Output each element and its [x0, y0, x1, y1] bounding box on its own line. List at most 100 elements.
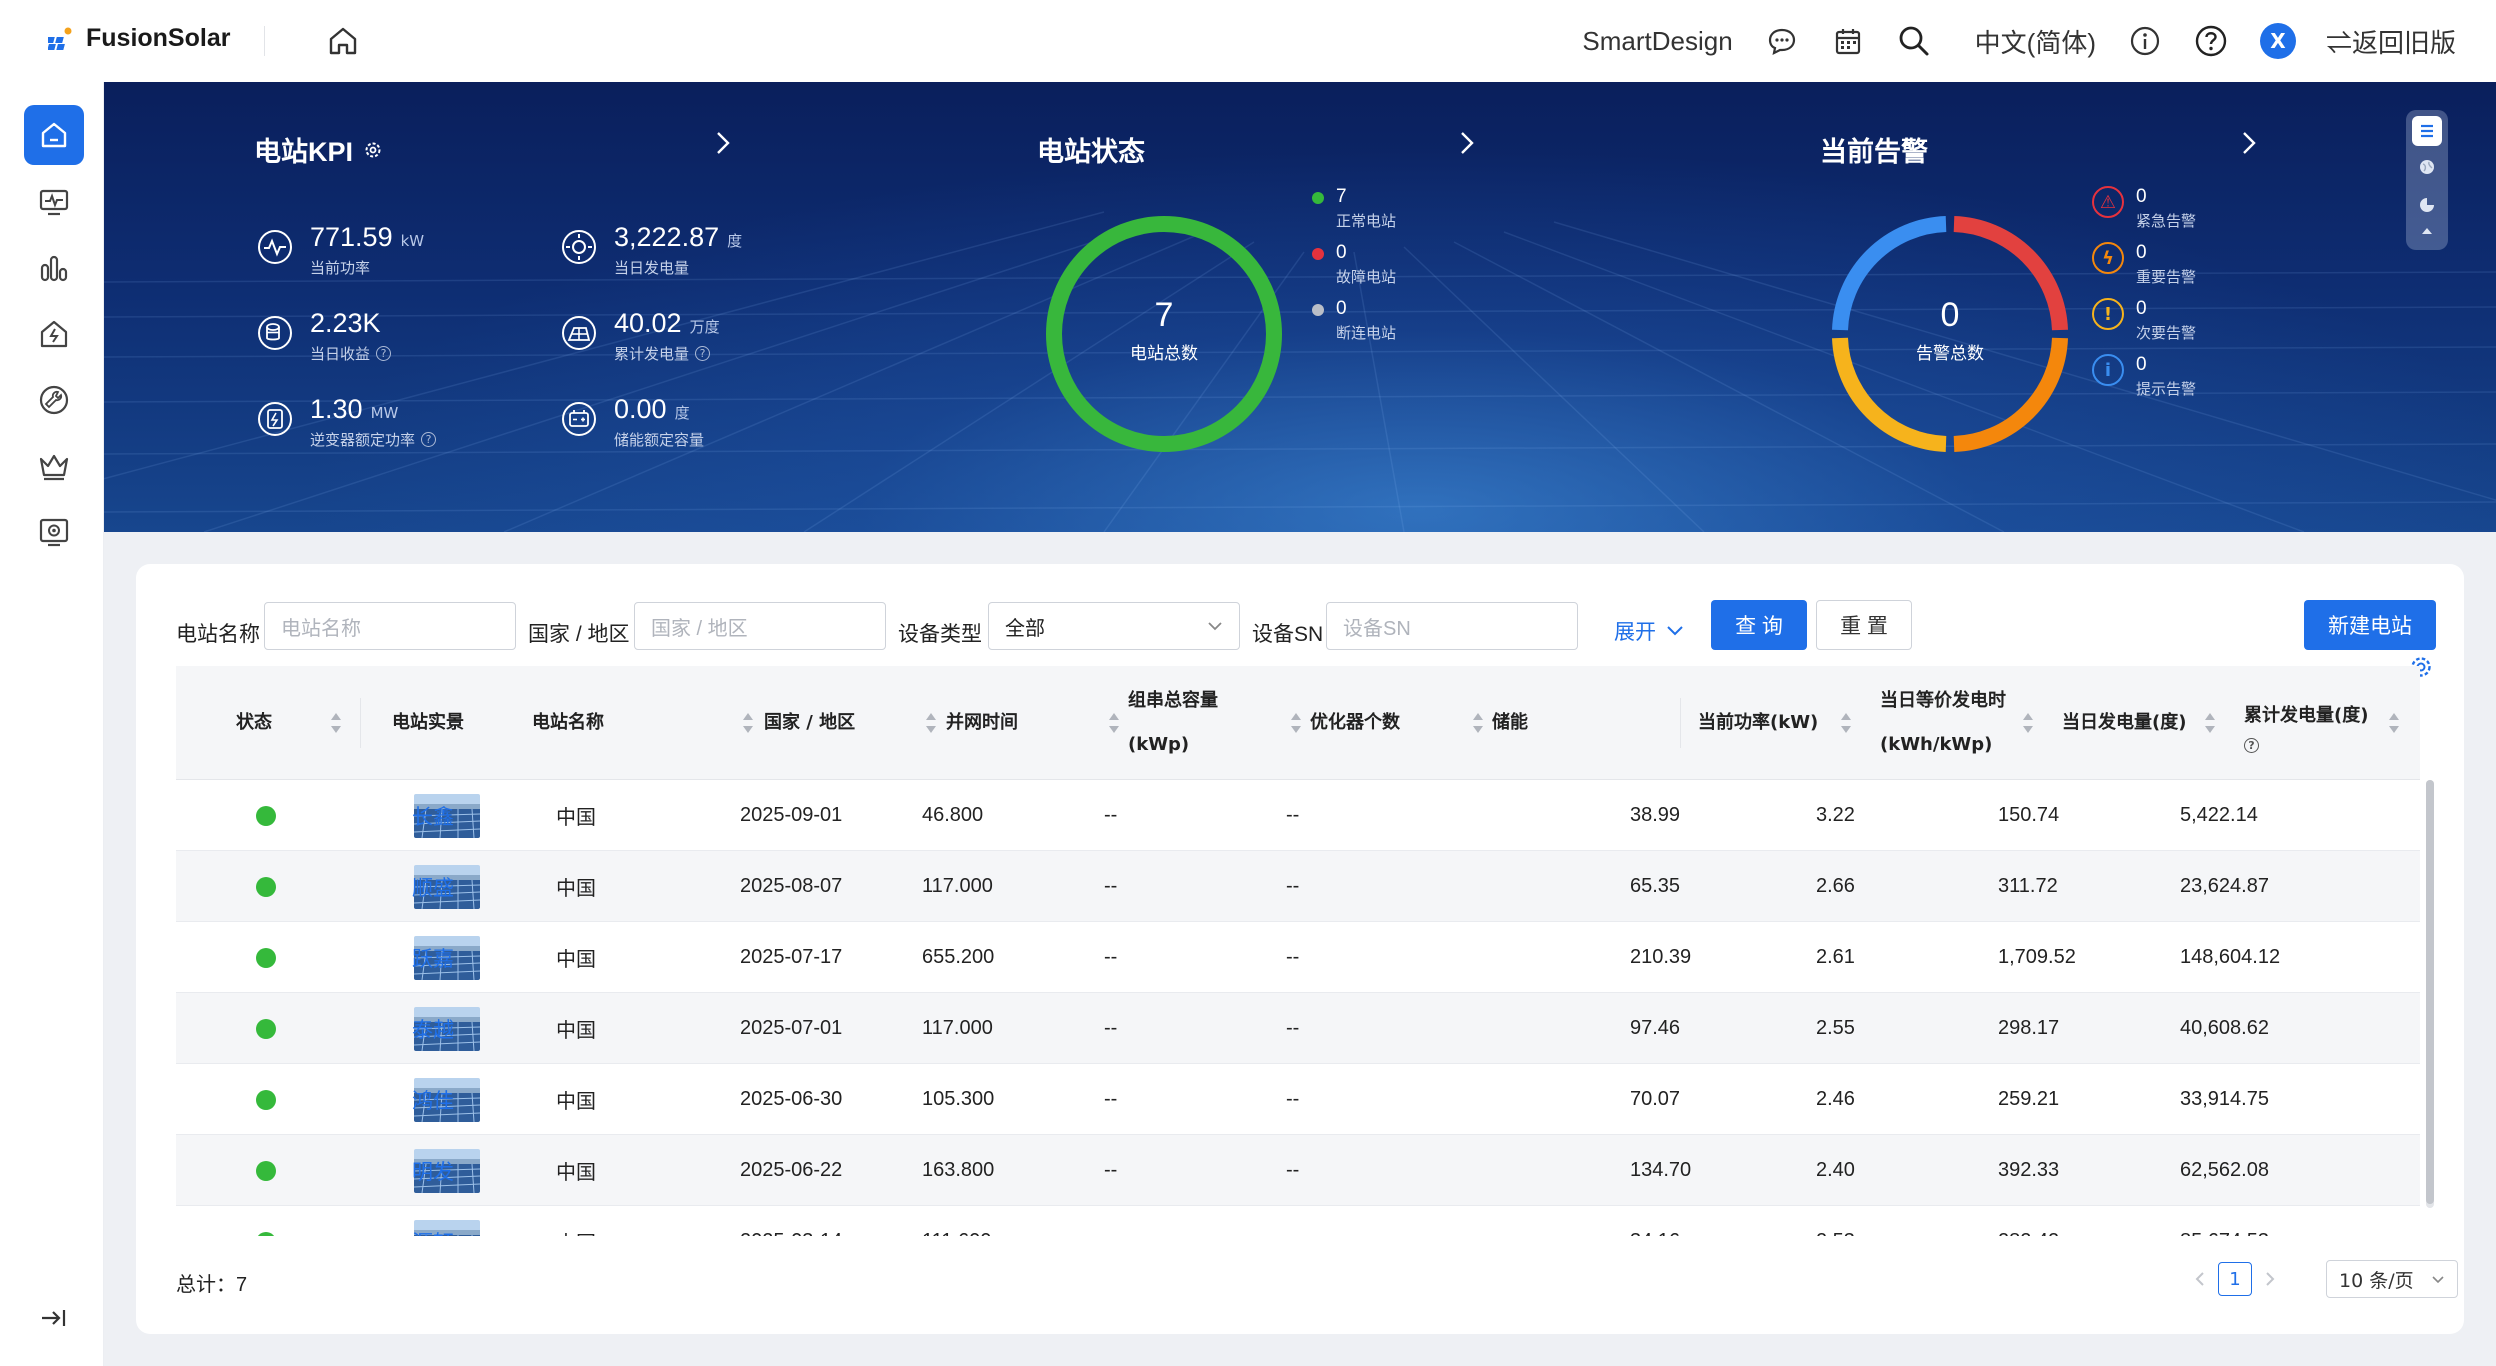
chat-icon[interactable] [1765, 24, 1799, 58]
col-equivalent-hours[interactable]: 当日等价发电时 (kWh/kWp) [1868, 666, 2038, 780]
station-name-link[interactable]: 源轩 [412, 1227, 454, 1237]
reset-button[interactable]: 重 置 [1816, 600, 1912, 650]
info-icon[interactable] [2128, 24, 2162, 58]
sidebar-item-monitoring[interactable] [34, 182, 74, 222]
legend-critical[interactable]: ⚠ 0 紧急告警 [2092, 186, 2196, 242]
sort-icon[interactable] [1840, 710, 1852, 736]
power-cell: 97.46 [1630, 1017, 1681, 1039]
device-type-select[interactable]: 全部 [988, 602, 1240, 650]
device-sn-input[interactable]: 设备SN [1326, 602, 1578, 650]
region-cell-wrap: 中国 [556, 851, 596, 922]
kpi-value: 0.00 [614, 394, 667, 424]
sidebar-item-value-added[interactable] [34, 446, 74, 486]
status-chevron-right-icon[interactable] [1456, 128, 1478, 158]
legend-label: 故障电站 [1336, 268, 1397, 286]
user-avatar[interactable]: X [2259, 23, 2296, 59]
sidebar-item-home[interactable] [24, 105, 84, 165]
col-string-capacity-line2: (kWp) [1128, 734, 1190, 755]
smartdesign-link[interactable]: SmartDesign [1582, 26, 1732, 57]
storage-cell-wrap: -- [1286, 780, 1299, 851]
legend-major[interactable]: ϟ 0 重要告警 [2092, 242, 2196, 298]
station-name-link[interactable]: 顺盛 [412, 872, 454, 902]
legend-disconnected[interactable]: 0 断连电站 [1312, 298, 1396, 354]
kpi-unit: MW [370, 404, 399, 422]
kpi-label: 累计发电量 [614, 345, 690, 363]
chevron-up-icon[interactable] [2412, 220, 2442, 242]
table-row[interactable]: 源轩 中国 2025-03-14 111.600 -- -- 34.16 2.53 282.42… [176, 1206, 2420, 1236]
legend-warning[interactable]: i 0 提示告警 [2092, 354, 2196, 410]
table-row[interactable]: 长鑫 中国 2025-09-01 46.800 -- -- 38.99 3.22 150.74 5… [176, 780, 2420, 851]
language-select[interactable]: 中文(简体) [1975, 23, 2096, 60]
storage-cell: -- [1286, 1159, 1300, 1181]
grid-date-cell: 2025-07-01 [740, 1017, 843, 1039]
calendar-icon[interactable] [1831, 24, 1865, 58]
device-type-value: 全部 [1005, 617, 1045, 640]
expand-filters-button[interactable]: 展开 [1614, 616, 1684, 646]
inverter-icon [258, 402, 292, 436]
list-view-icon[interactable] [2412, 116, 2442, 146]
col-optimizers[interactable]: 优化器个数 [1298, 666, 1458, 780]
sidebar-item-reports[interactable] [34, 248, 74, 288]
legend-fault[interactable]: 0 故障电站 [1312, 242, 1396, 298]
table-row[interactable]: 泰越 中国 2025-07-01 117.000 -- -- 97.46 2.55 298.17… [176, 993, 2420, 1064]
search-icon[interactable] [1897, 24, 1931, 58]
status-title: 电站状态 [1037, 130, 1145, 169]
station-name-link[interactable]: 跃嘉 [412, 943, 454, 973]
region-input[interactable]: 国家 / 地区 [634, 602, 886, 650]
kpi-value: 2.23K [310, 308, 381, 338]
collapse-sidebar-icon[interactable] [34, 1298, 74, 1338]
sort-icon[interactable] [2204, 710, 2216, 736]
col-region[interactable]: 国家 / 地区 [752, 666, 912, 780]
home-icon[interactable] [324, 22, 362, 60]
station-name-link[interactable]: 明发 [412, 1156, 454, 1186]
legend-minor[interactable]: ! 0 次要告警 [2092, 298, 2196, 354]
col-daily-energy[interactable]: 当日发电量(度) [2050, 666, 2210, 780]
col-status[interactable]: 状态 [224, 666, 344, 780]
table-scrollbar[interactable] [2426, 780, 2434, 1208]
table-row[interactable]: 顺盛 中国 2025-08-07 117.000 -- -- 65.35 2.66 311.72… [176, 851, 2420, 922]
page-1-button[interactable]: 1 [2218, 1262, 2252, 1296]
station-name-link[interactable]: 鸿佳 [412, 1085, 454, 1115]
fusionsolar-logo[interactable]: FusionSolar [48, 24, 230, 53]
col-total-energy[interactable]: 累计发电量(度) ? [2232, 666, 2402, 780]
page-size-select[interactable]: 10 条/页 [2326, 1260, 2458, 1298]
alarm-chevron-right-icon[interactable] [2238, 128, 2260, 158]
col-grid-date[interactable]: 并网时间 [934, 666, 1094, 780]
grid-date-cell-wrap: 2025-03-14 [740, 1206, 842, 1236]
sort-icon[interactable] [330, 710, 342, 736]
sidebar-item-screen[interactable] [34, 512, 74, 552]
station-name-link[interactable]: 长鑫 [412, 801, 454, 831]
brand-name: FusionSolar [86, 24, 231, 52]
legend-normal[interactable]: 7 正常电站 [1312, 186, 1396, 242]
table-row[interactable]: 明发 中国 2025-06-22 163.800 -- -- 134.70 2.40 392.3… [176, 1135, 2420, 1206]
new-station-button[interactable]: 新建电站 [2304, 600, 2436, 650]
col-station-name[interactable]: 电站名称 [520, 666, 720, 780]
query-button[interactable]: 查 询 [1711, 600, 1807, 650]
kpi-chevron-right-icon[interactable] [712, 128, 734, 158]
gear-icon[interactable] [363, 140, 383, 160]
prev-page-icon[interactable] [2190, 1269, 2210, 1289]
return-old-version-link[interactable]: ⇌返回旧版 [2326, 23, 2456, 60]
help-icon[interactable]: ? [376, 346, 392, 361]
col-string-capacity[interactable]: 组串总容量 (kWp) [1116, 666, 1286, 780]
sort-icon[interactable] [2022, 710, 2034, 736]
col-current-power[interactable]: 当前功率(kW) [1686, 666, 1856, 780]
next-page-icon[interactable] [2260, 1269, 2280, 1289]
table-row[interactable]: 鸿佳 中国 2025-06-30 105.300 -- -- 70.07 2.46 259.21… [176, 1064, 2420, 1135]
help-icon[interactable] [2194, 24, 2228, 58]
globe-view-icon[interactable] [2412, 152, 2442, 182]
optimizers-cell: -- [1104, 1230, 1117, 1236]
status-dot [256, 1231, 276, 1236]
help-icon[interactable]: ? [421, 432, 437, 447]
pie-view-icon[interactable] [2412, 190, 2442, 220]
help-icon[interactable]: ? [695, 346, 711, 361]
station-name-input[interactable]: 电站名称 [264, 602, 516, 650]
sidebar-item-devices[interactable] [34, 314, 74, 354]
optimizers-cell: -- [1104, 804, 1118, 826]
table-row[interactable]: 跃嘉 中国 2025-07-17 655.200 -- -- 210.39 2.61 1,709… [176, 922, 2420, 993]
scrollbar-thumb[interactable] [2426, 780, 2434, 1204]
station-name-link[interactable]: 泰越 [412, 1014, 454, 1044]
sidebar-item-maintenance[interactable] [34, 380, 74, 420]
sort-icon[interactable] [2388, 710, 2400, 736]
help-icon[interactable]: ? [2244, 737, 2259, 753]
